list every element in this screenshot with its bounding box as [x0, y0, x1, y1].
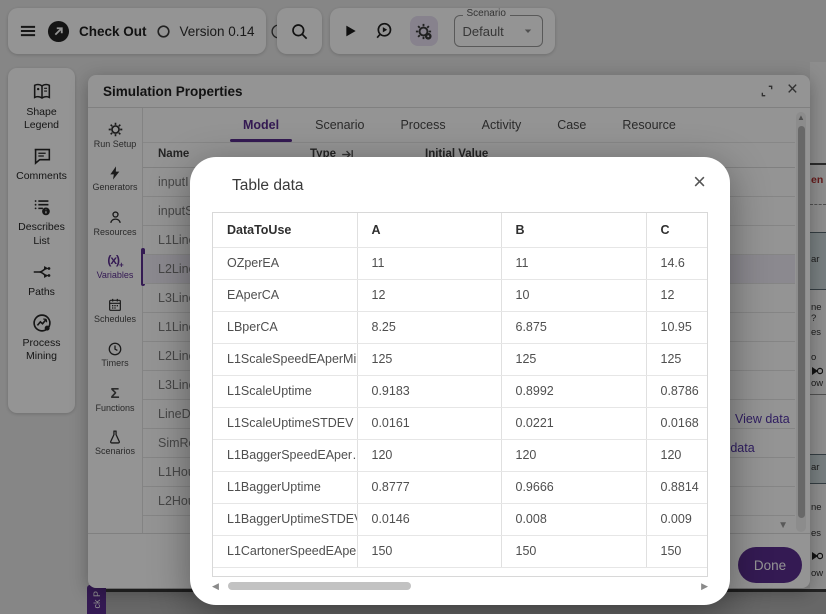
table-horizontal-scrollbar[interactable]: ◀ ▶	[212, 581, 708, 591]
table-row: OZperEA111114.6	[213, 247, 708, 279]
table-column-header: A	[357, 213, 501, 247]
table-cell-value[interactable]: 0.0161	[357, 407, 501, 439]
table-cell-value[interactable]: 0.009	[646, 503, 708, 535]
table-cell-value[interactable]: 6.875	[501, 311, 646, 343]
table-cell-name[interactable]: LBperCA	[213, 311, 357, 343]
table-row: L1ScaleUptimeSTDEV0.01610.02210.0168	[213, 407, 708, 439]
table-cell-value[interactable]: 150	[357, 535, 501, 567]
table-cell-name[interactable]: EAperCA	[213, 279, 357, 311]
table-cell-value[interactable]: 120	[646, 439, 708, 471]
table-row: L1BaggerUptimeSTDEV0.01460.0080.009	[213, 503, 708, 535]
table-column-header: B	[501, 213, 646, 247]
table-cell-name[interactable]: L1ScaleSpeedEAperMin	[213, 343, 357, 375]
data-table: DataToUseABC OZperEA111114.6EAperCA12101…	[213, 213, 708, 568]
table-cell-value[interactable]: 0.008	[501, 503, 646, 535]
table-cell-value[interactable]: 125	[357, 343, 501, 375]
table-cell-value[interactable]: 14.6	[646, 247, 708, 279]
table-column-header: DataToUse	[213, 213, 357, 247]
table-row: L1ScaleSpeedEAperMin125125125	[213, 343, 708, 375]
table-row: L1CartonerSpeedEApe…150150150	[213, 535, 708, 567]
scroll-right-arrow-icon[interactable]: ▶	[700, 581, 708, 592]
table-cell-value[interactable]: 0.0221	[501, 407, 646, 439]
table-cell-value[interactable]: 0.0146	[357, 503, 501, 535]
table-cell-value[interactable]: 12	[646, 279, 708, 311]
table-cell-value[interactable]: 0.8786	[646, 375, 708, 407]
table-row: L1ScaleUptime0.91830.89920.8786	[213, 375, 708, 407]
table-cell-value[interactable]: 150	[646, 535, 708, 567]
table-cell-name[interactable]: L1BaggerUptime	[213, 471, 357, 503]
scroll-left-arrow-icon[interactable]: ◀	[212, 581, 220, 592]
scrollbar-thumb[interactable]	[228, 582, 411, 590]
table-cell-name[interactable]: OZperEA	[213, 247, 357, 279]
modal-close-icon[interactable]: ×	[693, 169, 706, 195]
table-cell-value[interactable]: 11	[501, 247, 646, 279]
table-row: L1BaggerUptime0.87770.96660.8814	[213, 471, 708, 503]
table-cell-value[interactable]: 150	[501, 535, 646, 567]
modal-title: Table data	[232, 177, 304, 195]
table-cell-value[interactable]: 125	[646, 343, 708, 375]
table-cell-name[interactable]: L1ScaleUptimeSTDEV	[213, 407, 357, 439]
scrollbar-track[interactable]	[220, 582, 700, 591]
data-table-wrapper: DataToUseABC OZperEA111114.6EAperCA12101…	[212, 212, 708, 577]
table-column-header: C	[646, 213, 708, 247]
table-cell-value[interactable]: 10	[501, 279, 646, 311]
table-cell-value[interactable]: 12	[357, 279, 501, 311]
table-header-row: DataToUseABC	[213, 213, 708, 247]
table-cell-value[interactable]: 0.8777	[357, 471, 501, 503]
table-row: EAperCA121012	[213, 279, 708, 311]
table-data-modal: Table data × DataToUseABC OZperEA111114.…	[190, 157, 730, 605]
table-cell-value[interactable]: 0.8992	[501, 375, 646, 407]
app-screen: en ar ne ? es o ow ar ne es ow ck P Chec…	[0, 0, 826, 614]
table-cell-value[interactable]: 10.95	[646, 311, 708, 343]
table-cell-name[interactable]: L1CartonerSpeedEApe…	[213, 535, 357, 567]
table-cell-value[interactable]: 0.9666	[501, 471, 646, 503]
table-cell-value[interactable]: 0.9183	[357, 375, 501, 407]
table-cell-name[interactable]: L1ScaleUptime	[213, 375, 357, 407]
table-cell-value[interactable]: 125	[501, 343, 646, 375]
table-row: L1BaggerSpeedEAper…120120120	[213, 439, 708, 471]
table-cell-name[interactable]: L1BaggerUptimeSTDEV	[213, 503, 357, 535]
table-cell-value[interactable]: 0.0168	[646, 407, 708, 439]
table-cell-value[interactable]: 120	[357, 439, 501, 471]
table-cell-name[interactable]: L1BaggerSpeedEAper…	[213, 439, 357, 471]
table-cell-value[interactable]: 8.25	[357, 311, 501, 343]
table-cell-value[interactable]: 0.8814	[646, 471, 708, 503]
table-row: LBperCA8.256.87510.95	[213, 311, 708, 343]
table-cell-value[interactable]: 120	[501, 439, 646, 471]
table-cell-value[interactable]: 11	[357, 247, 501, 279]
